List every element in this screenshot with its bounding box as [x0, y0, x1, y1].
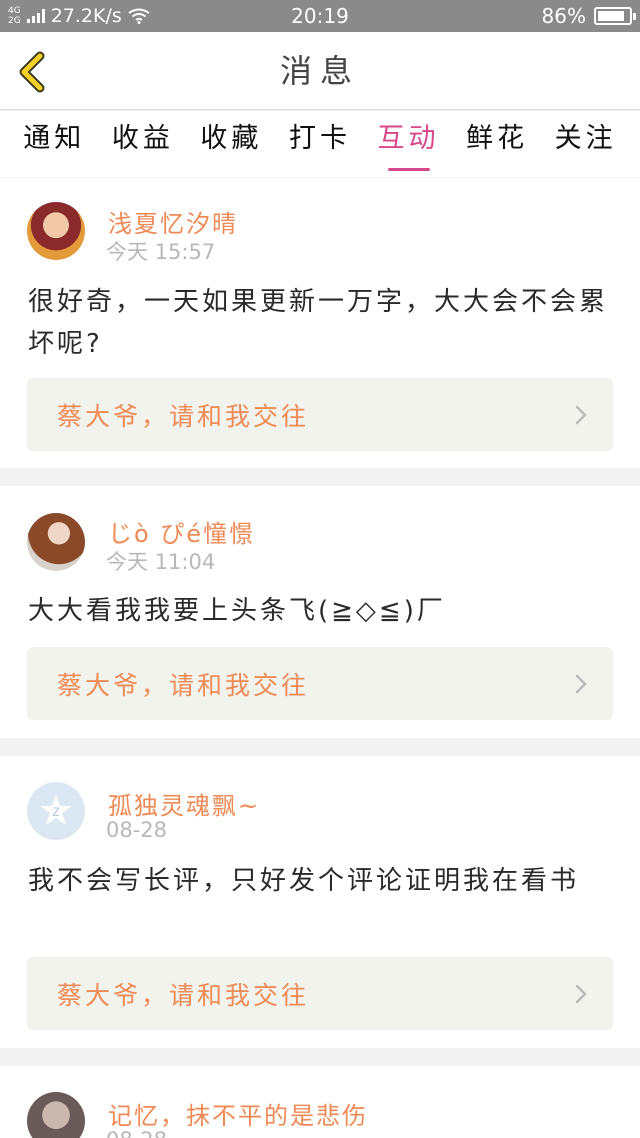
page-title: 消息 [279, 52, 360, 90]
tab-favorites[interactable]: 收藏 [196, 111, 266, 177]
tab-bar: 通知 收益 收藏 打卡 互动 鲜花 关注 [0, 111, 640, 177]
status-bar: 4G 2G 27.2K/s 20:19 86% [0, 0, 640, 32]
message-card: 浅夏忆汐晴 今天 15:57 很好奇，一天如果更新一万字，大大会不会累坏呢? 蔡… [0, 178, 640, 468]
reply-button[interactable]: 蔡大爷，请和我交往 [27, 647, 613, 720]
chevron-right-icon [575, 674, 587, 694]
tab-checkin[interactable]: 打卡 [285, 111, 355, 177]
reply-text: 蔡大爷，请和我交往 [57, 670, 310, 700]
message-time: 今天 11:04 [106, 550, 216, 574]
battery-percent: 86% [541, 4, 586, 28]
message-time: 08-28 [106, 818, 168, 842]
wifi-icon [128, 8, 150, 24]
avatar[interactable] [27, 513, 85, 571]
user-name[interactable]: 浅夏忆汐晴 [108, 204, 238, 239]
battery-fill [598, 11, 624, 21]
message-card: 记忆，抹不平的是悲伤 08-28 [0, 1066, 640, 1138]
user-name[interactable]: 记忆，抹不平的是悲伤 [108, 1096, 368, 1131]
chevron-right-icon [575, 984, 587, 1004]
network-speed: 27.2K/s [50, 5, 122, 27]
reply-text: 蔡大爷，请和我交往 [57, 401, 310, 431]
header-bar: 消息 [0, 32, 640, 110]
signal-icon [26, 9, 45, 23]
svg-text:Z: Z [52, 805, 59, 819]
tab-following[interactable]: 关注 [551, 111, 621, 177]
message-time: 08-28 [106, 1128, 167, 1138]
message-card: Z 孤独灵魂飘~ 08-28 我不会写长评，只好发个评论证明我在看书 蔡大爷，请… [0, 756, 640, 1048]
avatar[interactable]: Z [27, 782, 85, 840]
reply-button[interactable]: 蔡大爷，请和我交往 [27, 378, 613, 451]
reply-text: 蔡大爷，请和我交往 [57, 980, 310, 1010]
tab-earnings[interactable]: 收益 [108, 111, 178, 177]
chevron-right-icon [575, 405, 587, 425]
comment-text: 我不会写长评，只好发个评论证明我在看书 [28, 866, 580, 896]
comment-text: 很好奇，一天如果更新一万字，大大会不会累坏呢? [28, 287, 609, 359]
user-name[interactable]: じò ぴé憧憬 [108, 514, 255, 549]
reply-button[interactable]: 蔡大爷，请和我交往 [27, 957, 613, 1030]
tab-flowers[interactable]: 鲜花 [462, 111, 532, 177]
tab-interaction[interactable]: 互动 [374, 111, 444, 177]
user-name[interactable]: 孤独灵魂飘~ [108, 786, 260, 821]
message-card: じò ぴé憧憬 今天 11:04 大大看我我要上头条飞(≧◇≦)厂 蔡大爷，请和… [0, 486, 640, 738]
avatar[interactable] [27, 1092, 85, 1138]
comment-text: 大大看我我要上头条飞(≧◇≦)厂 [28, 596, 446, 626]
default-avatar-icon: Z [40, 795, 72, 825]
network-type: 4G 2G [8, 6, 21, 26]
tab-notifications[interactable]: 通知 [19, 111, 89, 177]
avatar[interactable] [27, 202, 85, 260]
message-time: 今天 15:57 [106, 240, 216, 264]
battery-icon [594, 7, 636, 25]
